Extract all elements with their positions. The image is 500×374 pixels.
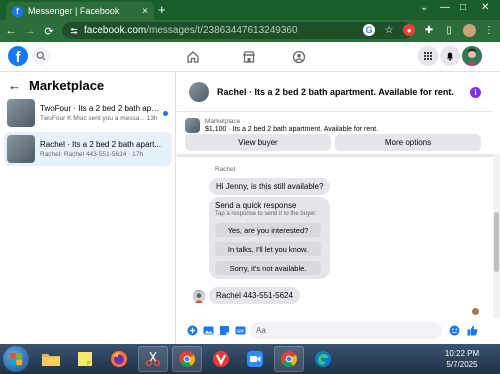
conversation-name: Rachel · Its a 2 bed 2 bath apart... [40,140,161,149]
photo-icon[interactable] [203,325,214,336]
new-tab-button[interactable]: + [158,2,166,17]
url-host: facebook.com [84,25,147,36]
site-info-icon[interactable] [70,27,78,35]
facebook-favicon-icon: f [12,5,23,17]
clock-date: 5/7/2025 [446,360,478,369]
extension-icon[interactable]: ● [402,23,416,37]
listing-thumbnail [185,117,200,133]
extensions-puzzle-icon[interactable]: ✚ [422,23,436,37]
url-input[interactable]: facebook.com/messages/t/2386344761324936… [62,22,412,39]
google-lens-icon[interactable]: G [362,23,376,37]
system-clock[interactable]: 10:22 PM 5/7/2025 [432,348,492,370]
emoji-icon[interactable] [449,325,460,336]
listing-summary[interactable]: Marketplace $1,100 · Its a 2 bed 2 bath … [185,114,485,136]
message-sender-name: Rachel [215,166,236,173]
side-panel-icon[interactable]: ▯ [442,23,456,37]
chat-pane: Rachel · Its a 2 bed 2 bath apartment. A… [177,72,500,344]
quick-response-button[interactable]: Sorry, it's not available. [215,261,321,275]
conversation-item-rachel[interactable]: Rachel · Its a 2 bed 2 bath apart... Rac… [4,132,172,166]
windows-start-icon[interactable] [3,346,29,372]
clock-time: 10:22 PM [444,349,480,358]
message-input[interactable]: Aa [250,322,442,339]
scrollbar-thumb[interactable] [494,212,499,272]
seen-indicator-avatar [472,308,479,315]
browser-tab-strip: f Messenger | Facebook × + ⌄ — □ ✕ [0,0,500,20]
marketplace-icon[interactable] [240,48,258,66]
listing-thumbnail [7,99,35,127]
sticky-notes-icon[interactable] [70,346,100,372]
chat-title[interactable]: Rachel · Its a 2 bed 2 bath apartment. A… [217,87,454,97]
conversation-name: TwoFour · Its a 2 bed 2 bath apar... [40,104,163,113]
close-window-icon[interactable]: ✕ [481,2,489,13]
chat-scrollbar[interactable] [493,154,500,318]
back-arrow-icon[interactable]: ← [8,78,21,93]
address-bar-row: ← → ⟳ facebook.com/messages/t/2386344761… [0,20,500,42]
marketplace-conversation-list: ← Marketplace TwoFour · Its a 2 bed 2 ba… [0,72,176,344]
message-bubble: Rachel 443-551-5624 [209,287,300,304]
browser-tab[interactable]: f Messenger | Facebook × [6,2,154,20]
quick-response-card: Send a quick response Tap a response to … [209,197,330,279]
tab-search-icon[interactable]: ⌄ [420,2,428,13]
conversation-preview: Rachel: Rachel 443-551-5624 · 17h [40,151,143,158]
chrome-menu-icon[interactable]: ⋮ [482,23,496,37]
windows-taskbar: 10:22 PM 5/7/2025 [0,344,500,374]
quick-response-title: Send a quick response [215,201,297,210]
file-explorer-icon[interactable] [36,346,66,372]
profile-icon[interactable] [462,23,476,37]
home-icon[interactable] [184,48,202,66]
gif-icon[interactable]: GIF [235,325,246,336]
listing-description: $1,100 · Its a 2 bed 2 bath apartment. A… [205,125,379,133]
message-thread: Rachel Hi Jenny, is this still available… [177,158,493,318]
reload-icon[interactable]: ⟳ [41,23,57,39]
bookmark-star-icon[interactable]: ☆ [382,23,396,37]
notifications-bell-icon[interactable] [440,46,460,66]
info-icon[interactable]: i [470,87,481,98]
message-composer: GIF Aa [177,318,500,344]
svg-text:GIF: GIF [237,329,245,334]
message-bubble: Hi Jenny, is this still available? [209,178,331,195]
url-path: /messages/t/23863447613249360 [146,25,298,36]
groups-icon[interactable] [290,48,308,66]
menu-grid-icon[interactable] [418,46,438,66]
more-options-button[interactable]: More options [335,134,481,151]
marketplace-title: Marketplace [29,78,105,93]
conversation-item-twofour[interactable]: TwoFour · Its a 2 bed 2 bath apar... Two… [4,96,172,130]
sticker-icon[interactable] [219,325,230,336]
tab-title: Messenger | Facebook [28,6,120,16]
quick-response-button[interactable]: Yes, are you interested? [215,223,321,237]
facebook-header: f [0,42,500,72]
back-icon[interactable]: ← [3,23,19,39]
maximize-icon[interactable]: □ [460,2,466,13]
quick-response-button[interactable]: In talks. I'll let you know. [215,242,321,256]
chrome-window-icon[interactable] [274,346,304,372]
vivaldi-icon[interactable] [206,346,236,372]
account-avatar[interactable] [462,46,482,66]
plus-icon[interactable] [187,325,198,336]
edge-icon[interactable] [308,346,338,372]
sender-avatar [193,290,205,303]
chrome-icon[interactable] [172,346,202,372]
section-divider [177,154,493,157]
like-thumbs-up-icon[interactable] [467,325,478,336]
minimize-icon[interactable]: — [440,2,450,13]
conversation-preview: TwoFour K Msic sent you a messa... 13h [40,115,158,122]
search-icon[interactable] [32,47,50,65]
listing-label: Marketplace [205,117,241,125]
chat-header: Rachel · Its a 2 bed 2 bath apartment. A… [177,72,493,112]
unread-indicator [163,110,168,116]
facebook-logo-icon[interactable]: f [8,46,28,66]
marketplace-heading: ← Marketplace [8,78,104,93]
zoom-icon[interactable] [240,346,270,372]
quick-response-subtitle: Tap a response to send it to the buyer. [215,211,317,217]
listing-thumbnail [7,135,35,163]
tab-close-icon[interactable]: × [142,6,148,17]
snipping-tool-icon[interactable] [138,346,168,372]
chat-listing-avatar[interactable] [189,81,209,102]
firefox-icon[interactable] [104,346,134,372]
forward-icon[interactable]: → [22,23,38,39]
view-buyer-button[interactable]: View buyer [185,134,331,151]
